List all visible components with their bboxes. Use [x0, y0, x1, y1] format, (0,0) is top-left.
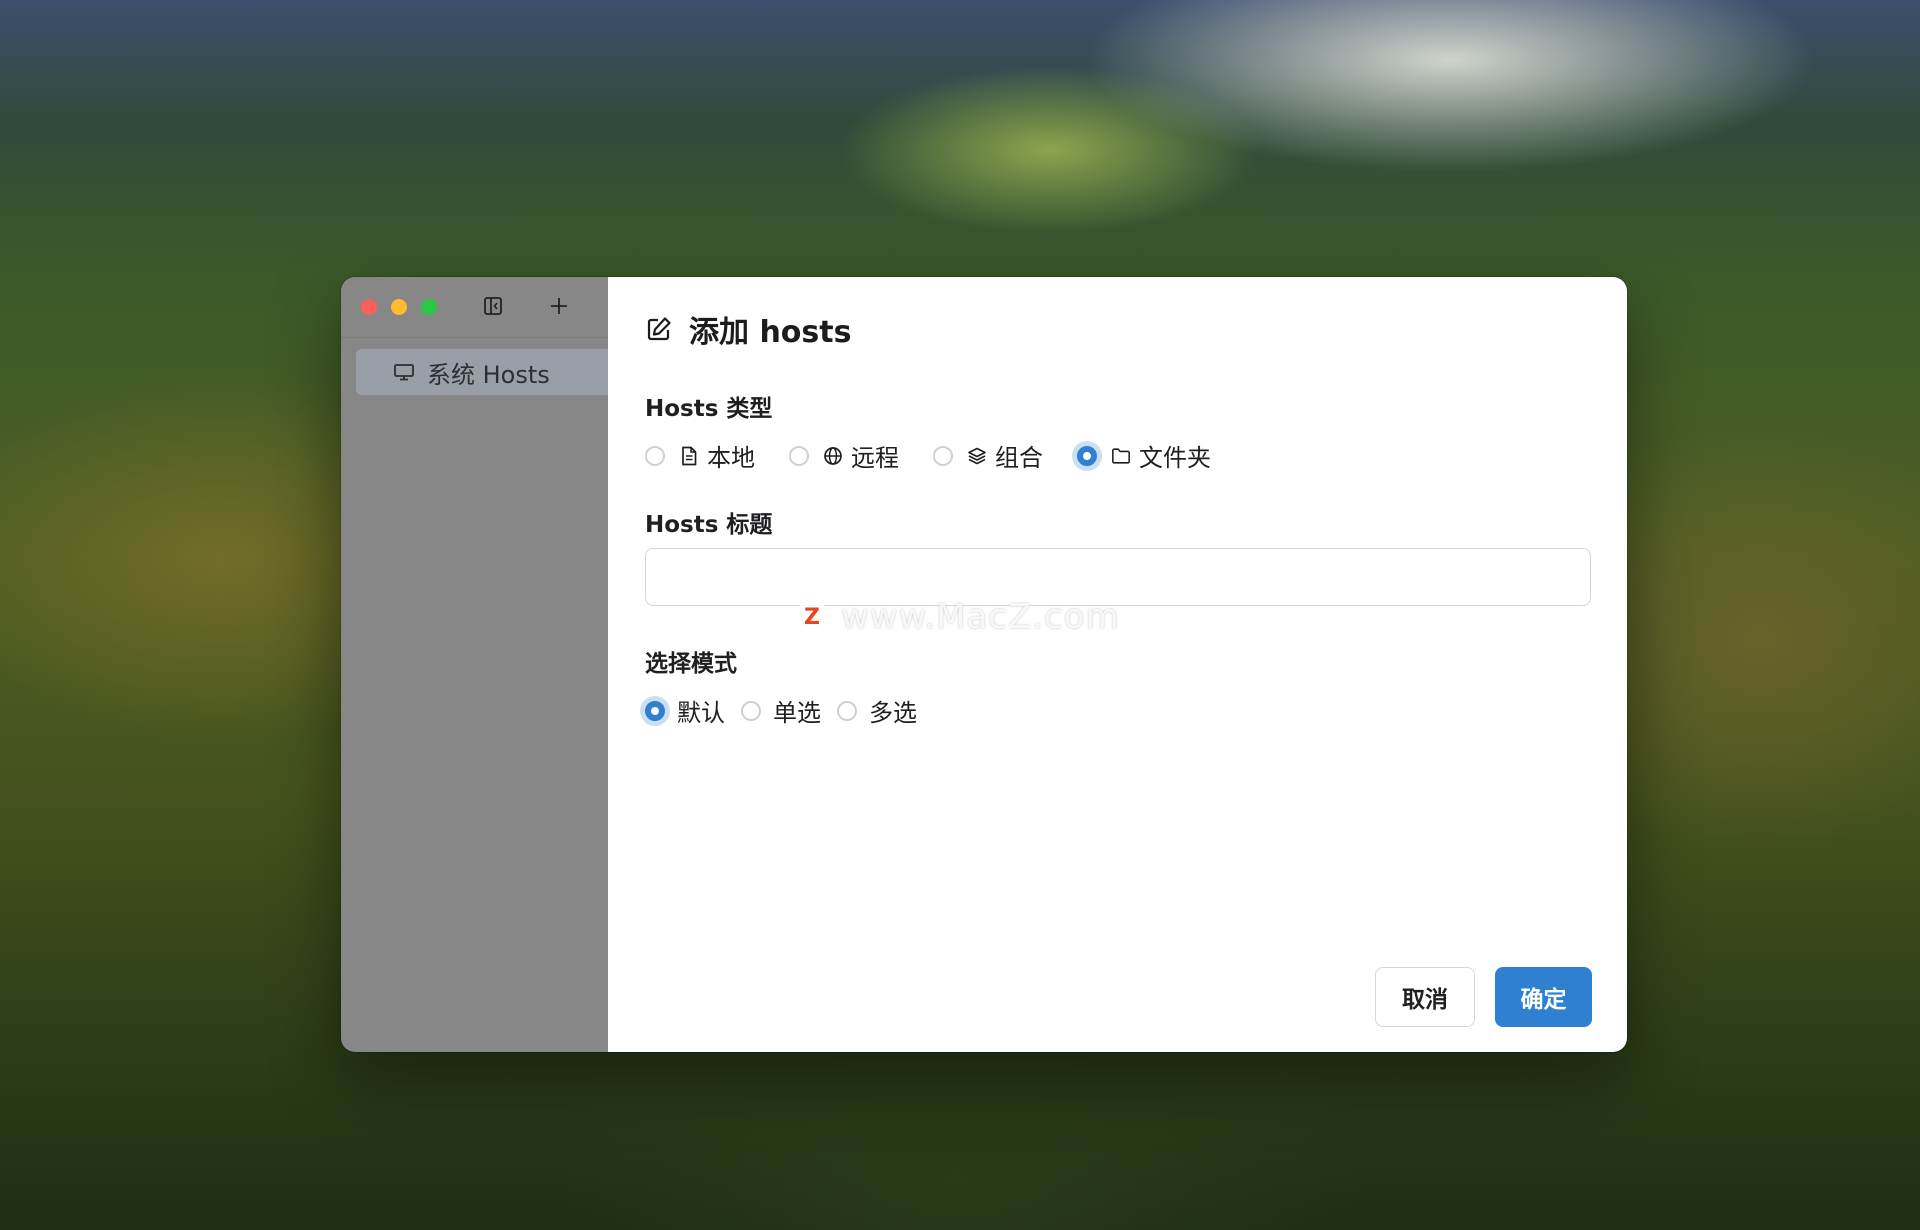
sidebar: 系统 Hosts [341, 277, 608, 1052]
option-label: 默认 [677, 699, 725, 727]
hosts-type-label: Hosts 类型 [645, 396, 773, 422]
titlebar [341, 277, 608, 338]
select-mode-option-single[interactable]: 单选 [741, 693, 821, 728]
option-label: 多选 [869, 699, 917, 727]
dialog-title: 添加 hosts [689, 315, 852, 350]
select-mode-label: 选择模式 [645, 651, 737, 677]
sidebar-toggle-icon [484, 297, 502, 315]
close-window-button[interactable] [361, 299, 377, 315]
hosts-type-option-local[interactable]: 本地 [645, 438, 755, 473]
maximize-window-button[interactable] [421, 299, 437, 315]
select-mode-option-default[interactable]: 默认 [645, 693, 725, 728]
radio-button[interactable] [741, 700, 761, 721]
layers-icon [967, 446, 987, 466]
globe-icon [823, 446, 843, 466]
minimize-window-button[interactable] [391, 299, 407, 315]
radio-button[interactable] [933, 445, 953, 466]
option-label: 组合 [995, 444, 1043, 472]
radio-button-selected[interactable] [645, 700, 665, 721]
hosts-type-option-remote[interactable]: 远程 [789, 438, 899, 473]
file-icon [679, 446, 699, 466]
plus-icon [551, 298, 567, 314]
hosts-title-label: Hosts 标题 [645, 512, 773, 538]
radio-button[interactable] [837, 700, 857, 721]
option-label: 单选 [773, 699, 821, 727]
select-mode-radio-group: 默认 单选 多选 [645, 693, 951, 728]
option-label: 本地 [707, 444, 755, 472]
sidebar-item-label: 系统 Hosts [427, 360, 550, 389]
edit-icon [645, 315, 673, 343]
dialog-header: 添加 hosts [645, 307, 851, 351]
radio-button[interactable] [789, 445, 809, 466]
sidebar-item-system-hosts[interactable]: 系统 Hosts [356, 349, 608, 395]
hosts-title-input[interactable] [645, 548, 1591, 606]
add-hosts-dialog: 添加 hosts Hosts 类型 本地 远程 组合 文件夹 Hosts 标题 … [608, 277, 1627, 1052]
radio-button-selected[interactable] [1077, 445, 1097, 466]
radio-button[interactable] [645, 445, 665, 466]
select-mode-option-multi[interactable]: 多选 [837, 693, 917, 728]
hosts-type-option-combo[interactable]: 组合 [933, 438, 1043, 473]
hosts-type-radio-group: 本地 远程 组合 文件夹 [645, 438, 1245, 473]
confirm-button[interactable]: 确定 [1495, 967, 1592, 1027]
hosts-type-option-folder[interactable]: 文件夹 [1077, 438, 1211, 473]
toggle-sidebar-button[interactable] [478, 291, 508, 321]
monitor-icon [393, 361, 415, 383]
add-button[interactable] [544, 291, 574, 321]
option-label: 远程 [851, 444, 899, 472]
app-window: 系统 Hosts 添加 hosts Hosts 类型 本地 远程 组合 文件夹 … [341, 277, 1627, 1052]
folder-icon [1111, 446, 1131, 466]
cancel-button[interactable]: 取消 [1375, 967, 1475, 1027]
option-label: 文件夹 [1139, 444, 1211, 472]
